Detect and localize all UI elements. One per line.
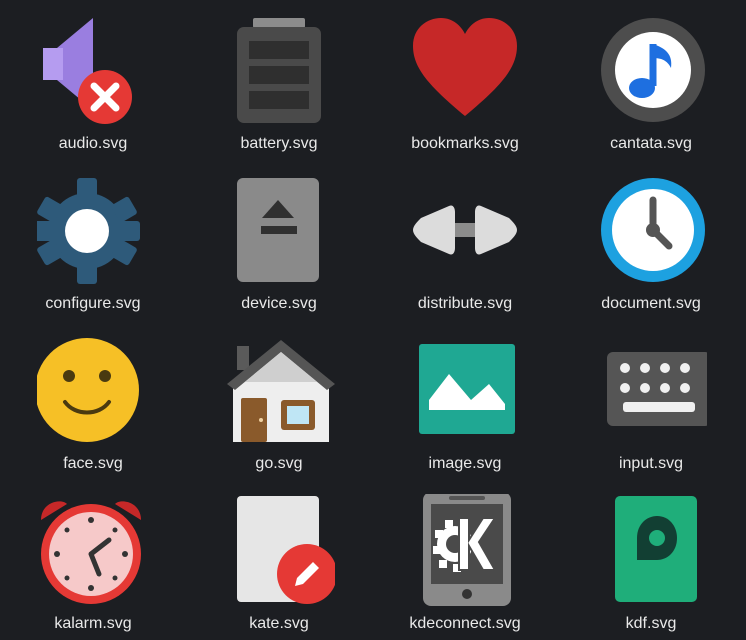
alarm-clock-icon [37,494,149,606]
house-icon [223,334,335,446]
eject-icon [223,174,335,286]
heart-icon [409,14,521,126]
icon-label: battery.svg [240,135,318,152]
mountain-image-icon [409,334,521,446]
icon-label: audio.svg [58,135,128,152]
music-note-icon [595,14,707,126]
icon-tile-face[interactable]: face.svg [0,320,186,480]
icon-tile-bookmarks[interactable]: bookmarks.svg [372,0,558,160]
icon-label: kalarm.svg [54,615,132,632]
icon-tile-kdeconnect[interactable]: kdeconnect.svg [372,480,558,640]
icon-label: image.svg [428,455,502,472]
icon-label: document.svg [601,295,701,312]
keyboard-icon [595,334,707,446]
icon-tile-document[interactable]: document.svg [558,160,744,320]
distribute-arrows-icon [409,174,521,286]
audio-muted-icon [37,14,149,126]
kde-phone-icon [409,494,521,606]
icon-tile-input[interactable]: input.svg [558,320,744,480]
icon-tile-image[interactable]: image.svg [372,320,558,480]
icon-label: kate.svg [249,615,309,632]
gear-icon [37,174,149,286]
kate-pencil-icon [223,494,335,606]
icon-tile-configure[interactable]: configure.svg [0,160,186,320]
icon-label: configure.svg [45,295,141,312]
icon-label: kdf.svg [625,615,677,632]
icon-label: face.svg [63,455,123,472]
smiley-icon [37,334,149,446]
icon-tile-device[interactable]: device.svg [186,160,372,320]
clock-icon [595,174,707,286]
icon-tile-kdf[interactable]: kdf.svg [558,480,744,640]
icon-label: input.svg [618,455,684,472]
icon-tile-audio[interactable]: audio.svg [0,0,186,160]
icon-tile-go[interactable]: go.svg [186,320,372,480]
icon-label: bookmarks.svg [411,135,519,152]
kdf-disk-icon [595,494,707,606]
icon-tile-battery[interactable]: battery.svg [186,0,372,160]
battery-icon [223,14,335,126]
icon-label: go.svg [255,455,303,472]
icon-label: distribute.svg [417,295,513,312]
icon-tile-kate[interactable]: kate.svg [186,480,372,640]
icon-label: device.svg [241,295,317,312]
icon-tile-distribute[interactable]: distribute.svg [372,160,558,320]
icon-label: cantata.svg [610,135,692,152]
icon-label: kdeconnect.svg [409,615,521,632]
icon-tile-kalarm[interactable]: kalarm.svg [0,480,186,640]
icon-tile-cantata[interactable]: cantata.svg [558,0,744,160]
icon-grid: audio.svg battery.svg bookmarks.svg cant… [0,0,746,640]
